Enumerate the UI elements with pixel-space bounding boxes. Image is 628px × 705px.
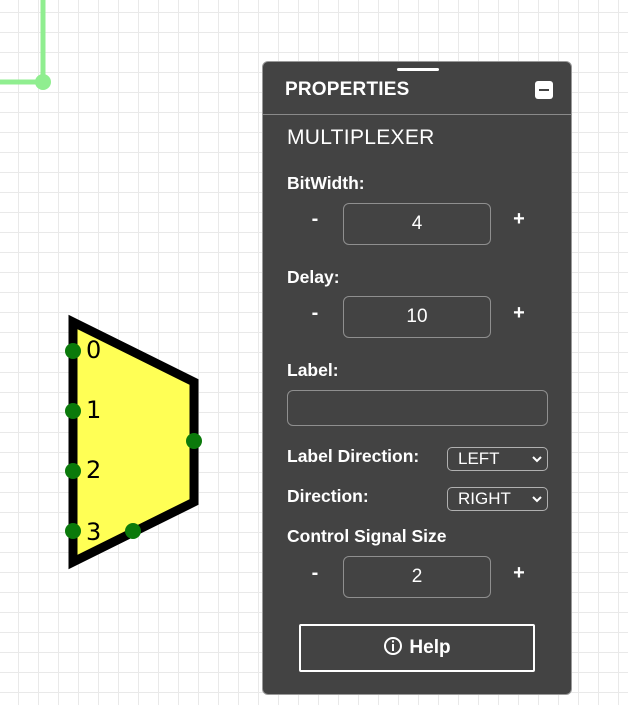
wire[interactable] [0, 0, 46, 85]
label-field-label: Label: [287, 360, 339, 380]
mux-input-node-2[interactable] [65, 463, 81, 479]
mux-input-label-1: 1 [86, 396, 101, 424]
mux-input-label-3: 3 [86, 518, 101, 546]
panel-header: PROPERTIES [263, 76, 571, 115]
delay-label: Delay: [287, 267, 340, 287]
label-direction-value: LEFT [458, 449, 500, 468]
direction-value: RIGHT [458, 489, 511, 508]
info-icon [384, 637, 403, 656]
properties-panel: PROPERTIES MULTIPLEXER BitWidth: - 4 + D… [262, 61, 572, 695]
help-button[interactable]: Help [299, 624, 535, 672]
mux-output-node[interactable] [186, 433, 202, 449]
label-input[interactable] [287, 390, 548, 426]
component-name: MULTIPLEXER [287, 126, 435, 149]
bitwidth-input[interactable]: 4 [343, 203, 491, 245]
label-direction-select[interactable]: LEFT [447, 447, 548, 471]
delay-decrement-button[interactable]: - [305, 302, 325, 325]
bitwidth-increment-button[interactable]: + [509, 208, 529, 231]
control-signal-size-label: Control Signal Size [287, 526, 447, 546]
control-signal-increment-button[interactable]: + [509, 562, 529, 585]
mux-control-node[interactable] [125, 523, 141, 539]
bitwidth-decrement-button[interactable]: - [305, 208, 325, 231]
direction-select[interactable]: RIGHT [447, 487, 548, 511]
mux-input-label-0: 0 [86, 336, 101, 364]
mux-input-node-3[interactable] [65, 523, 81, 539]
delay-input[interactable]: 10 [343, 296, 491, 338]
chevron-down-icon [532, 496, 542, 503]
mux-input-node-1[interactable] [65, 403, 81, 419]
wire-node[interactable] [35, 74, 51, 90]
drag-handle[interactable] [397, 68, 439, 71]
help-button-label: Help [409, 637, 451, 658]
bitwidth-label: BitWidth: [287, 173, 365, 193]
direction-label: Direction: [287, 486, 369, 506]
chevron-down-icon [532, 456, 542, 463]
control-signal-decrement-button[interactable]: - [305, 562, 325, 585]
control-signal-size-input[interactable]: 2 [343, 556, 491, 598]
minimize-icon[interactable] [535, 81, 553, 99]
mux-input-label-2: 2 [86, 456, 101, 484]
label-direction-label: Label Direction: [287, 446, 420, 466]
delay-increment-button[interactable]: + [509, 302, 529, 325]
mux-input-node-0[interactable] [65, 343, 81, 359]
panel-title: PROPERTIES [285, 79, 410, 100]
